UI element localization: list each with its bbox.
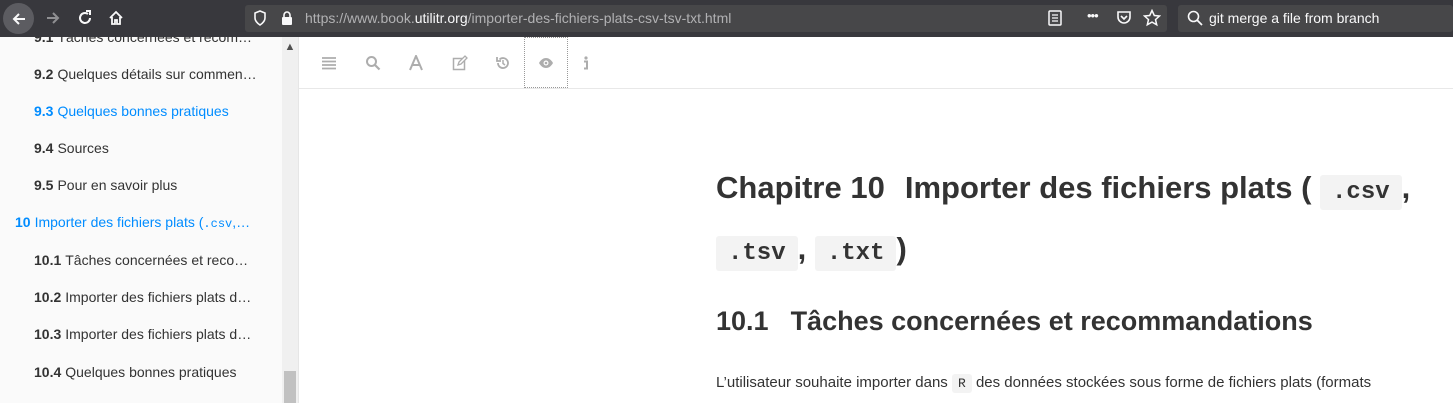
toc-item-10-3[interactable]: 10.3 Importer des fichiers plats d… — [34, 326, 266, 342]
font-settings-button[interactable] — [394, 37, 438, 88]
section-number: 10.1 — [716, 306, 769, 336]
url-prefix: https://www.book. — [305, 10, 415, 26]
toc-sidebar: 9.1 Tâches concernées et recom… 9.2 Quelqu… — [0, 37, 299, 403]
url-domain: utilitr.org — [414, 10, 468, 26]
toc-item-10-2[interactable]: 10.2 Importer des fichiers plats d… — [34, 289, 266, 305]
toc-item-9-3[interactable]: 9.3 Quelques bonnes pratiques — [34, 103, 266, 119]
menu-icon — [322, 56, 336, 69]
chapter-number: Chapitre 10 — [716, 170, 885, 205]
arrow-right-icon — [47, 12, 60, 24]
home-icon — [109, 10, 123, 25]
search-bar[interactable]: git merge a file from branch — [1178, 5, 1453, 32]
eye-icon — [539, 57, 553, 68]
toc-item-9-1[interactable]: 9.1 Tâches concernées et recom… — [34, 37, 266, 45]
search-button[interactable] — [351, 37, 395, 88]
toc-item-9-5[interactable]: 9.5 Pour en savoir plus — [34, 177, 266, 193]
lock-icon[interactable] — [281, 10, 293, 31]
search-icon — [1187, 10, 1203, 31]
section-heading: 10.1 Tâches concernées et recommandations — [716, 306, 1313, 337]
forward-button[interactable] — [38, 4, 68, 32]
toggle-sidebar-button[interactable] — [307, 37, 351, 88]
chapter-title: Chapitre 10 Importer des fichiers plats (… — [716, 160, 1453, 282]
toc-item-10-4[interactable]: 10.4 Quelques bonnes pratiques — [34, 364, 266, 380]
scroll-up-arrow-icon[interactable]: ▲ — [282, 39, 298, 55]
shield-icon[interactable] — [253, 10, 267, 31]
reload-button[interactable] — [70, 4, 100, 32]
info-icon — [584, 55, 588, 69]
arrow-left-icon — [12, 12, 25, 25]
page-actions-icon[interactable]: ••• — [1087, 8, 1099, 23]
section-title: Tâches concernées et recommandations — [790, 306, 1313, 336]
reader-view-icon[interactable] — [1047, 9, 1063, 32]
info-button[interactable] — [564, 37, 608, 88]
url-text[interactable]: https://www.book.utilitr.org/importer-de… — [305, 10, 731, 26]
view-source-button[interactable] — [524, 37, 568, 88]
sidebar-scrollbar[interactable]: ▲ — [282, 37, 298, 403]
book-toolbar — [299, 37, 1453, 89]
home-button[interactable] — [101, 4, 131, 32]
paragraph: L’utilisateur souhaite importer dans R d… — [716, 374, 1372, 393]
toc-item-9-2[interactable]: 9.2 Quelques détails sur commen… — [34, 66, 266, 82]
back-button[interactable] — [3, 3, 34, 34]
edit-icon — [452, 54, 468, 70]
history-icon — [496, 56, 509, 69]
code-csv: .csv — [1320, 175, 1402, 210]
toc-item-9-4[interactable]: 9.4 Sources — [34, 140, 266, 156]
search-icon — [366, 55, 381, 70]
history-button[interactable] — [481, 37, 525, 88]
code-txt: .txt — [814, 236, 897, 271]
toc-item-10[interactable]: 10 Importer des fichiers plats (.csv,… — [15, 214, 265, 231]
browser-toolbar: https://www.book.utilitr.org/importer-de… — [0, 0, 1453, 37]
reload-icon — [79, 10, 91, 24]
toc-item-10-1[interactable]: 10.1 Tâches concernées et reco… — [34, 252, 266, 268]
bookmark-star-icon[interactable] — [1142, 8, 1162, 32]
url-path: /importer-des-fichiers-plats-csv-tsv-txt… — [467, 10, 732, 26]
font-icon — [409, 54, 423, 70]
edit-button[interactable] — [438, 37, 482, 88]
code-tsv: .tsv — [716, 236, 798, 271]
pocket-icon[interactable] — [1116, 9, 1132, 32]
chapter-title-text: Importer des fichiers plats ( — [904, 170, 1312, 205]
search-input[interactable]: git merge a file from branch — [1209, 10, 1379, 26]
scrollbar-thumb[interactable] — [284, 371, 296, 403]
url-bar[interactable]: https://www.book.utilitr.org/importer-de… — [245, 5, 1167, 32]
inline-code-r: R — [951, 374, 972, 393]
